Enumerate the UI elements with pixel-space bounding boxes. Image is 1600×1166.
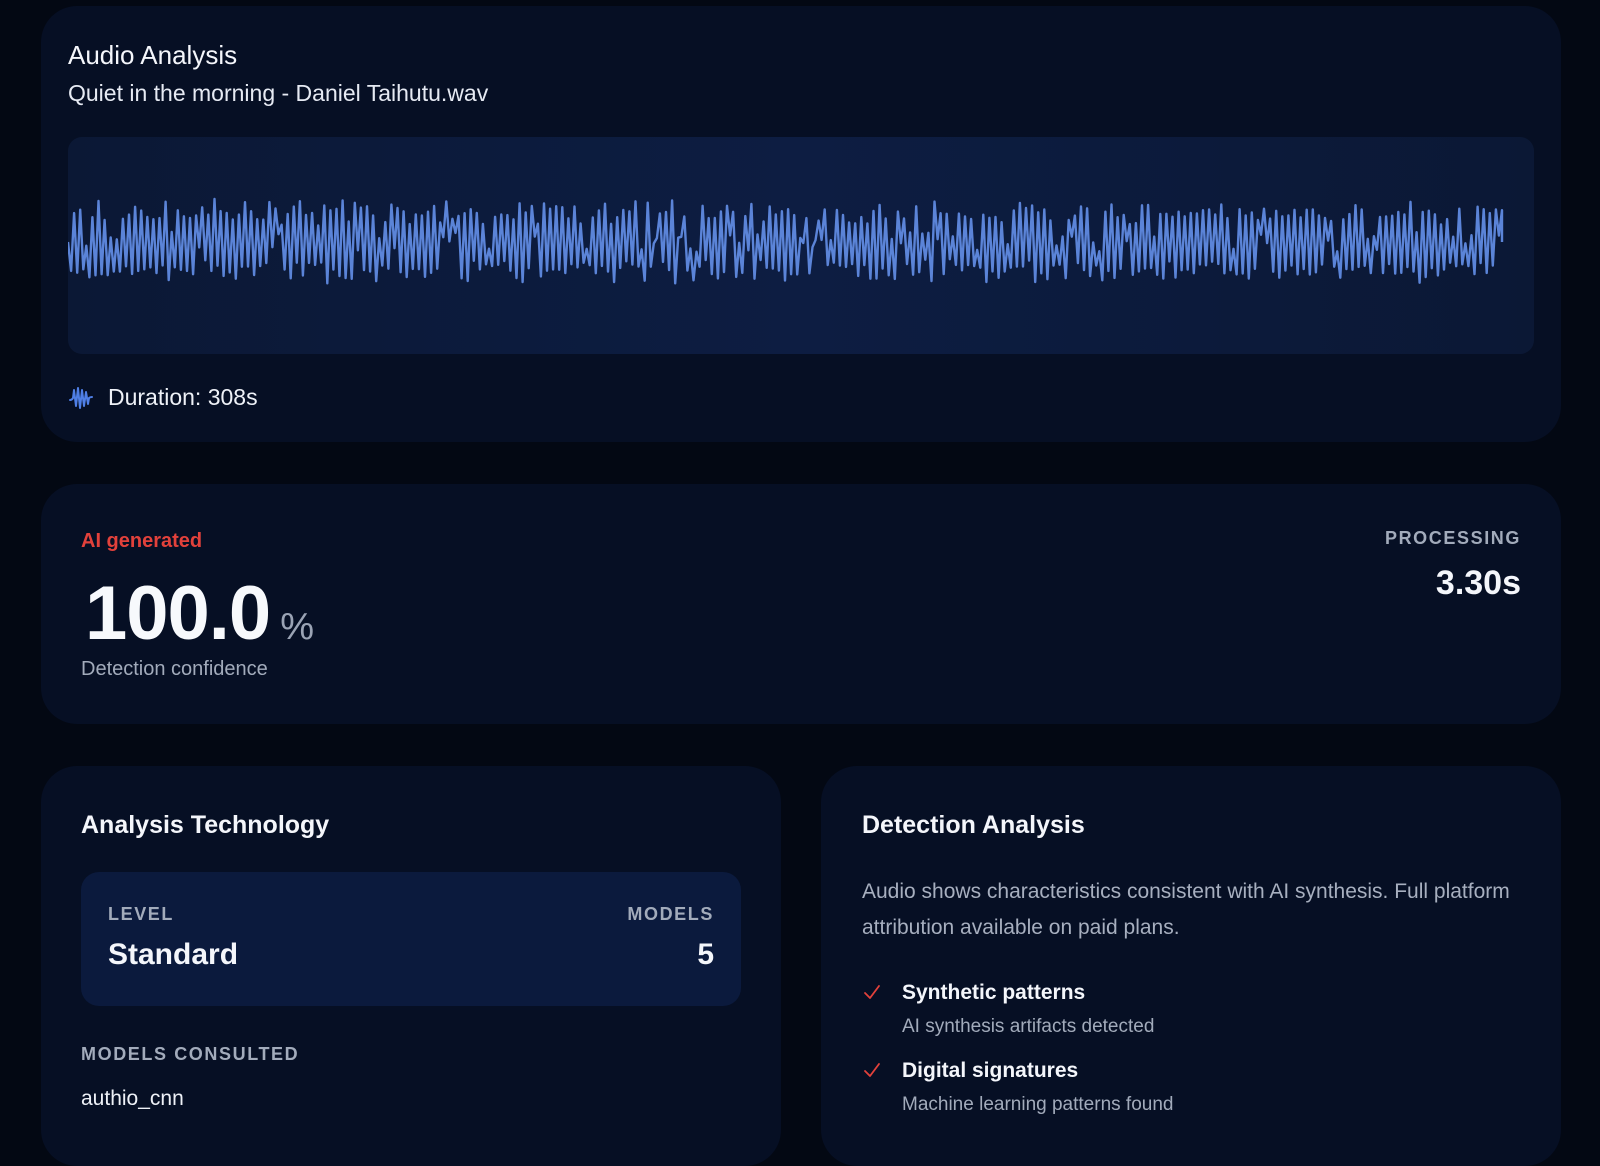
finding-detail: Machine learning patterns found [902,1094,1174,1115]
audio-filename: Quiet in the morning - Daniel Taihutu.wa… [68,80,489,106]
models-consulted-list: authio_cnn [81,1084,184,1114]
duration-label: Duration: 308s [108,384,258,410]
duration-row: Duration: 308s [68,384,258,411]
waveform-graph [68,197,1504,285]
finding-item: Synthetic patterns AI synthesis artifact… [862,980,1173,1040]
processing-time-value: 3.30s [1435,564,1521,602]
waveform-icon [69,386,93,409]
findings-list: Synthetic patterns AI synthesis artifact… [862,980,1173,1136]
level-value: Standard [108,938,239,971]
check-icon [864,985,880,999]
verdict-label: AI generated [81,530,203,552]
check-icon [864,1063,880,1077]
detection-description: Audio shows characteristics consistent w… [862,880,1510,939]
detection-analysis-title: Detection Analysis [862,811,1085,839]
confidence-row: 100.0 % [85,570,314,657]
detection-result-card: AI generated 100.0 % Detection confidenc… [41,484,1561,724]
level-label: LEVEL [108,904,175,924]
models-count-value: 5 [697,938,714,971]
model-list-item: authio_cnn [81,1087,184,1110]
processing-label: PROCESSING [1384,528,1521,548]
detection-analysis-card: Detection Analysis Audio shows character… [821,766,1561,1166]
waveform-line [68,197,1504,285]
analysis-technology-card: Analysis Technology LEVEL Standard MODEL… [41,766,781,1166]
technology-summary-panel: LEVEL Standard MODELS 5 [81,872,741,1006]
confidence-caption: Detection confidence [81,658,268,680]
confidence-unit: % [280,606,314,648]
finding-title: Digital signatures [902,1059,1079,1082]
waveform-display[interactable] [68,137,1534,354]
confidence-value: 100.0 [85,571,271,656]
audio-analysis-title: Audio Analysis [68,40,238,70]
finding-title: Synthetic patterns [902,981,1086,1004]
models-label: MODELS [627,904,714,924]
analysis-technology-title: Analysis Technology [81,811,330,839]
finding-item: Digital signatures Machine learning patt… [862,1058,1173,1118]
audio-analysis-card: Audio Analysis Quiet in the morning - Da… [41,6,1561,442]
finding-detail: AI synthesis artifacts detected [902,1016,1155,1037]
models-consulted-label: MODELS CONSULTED [81,1044,300,1064]
